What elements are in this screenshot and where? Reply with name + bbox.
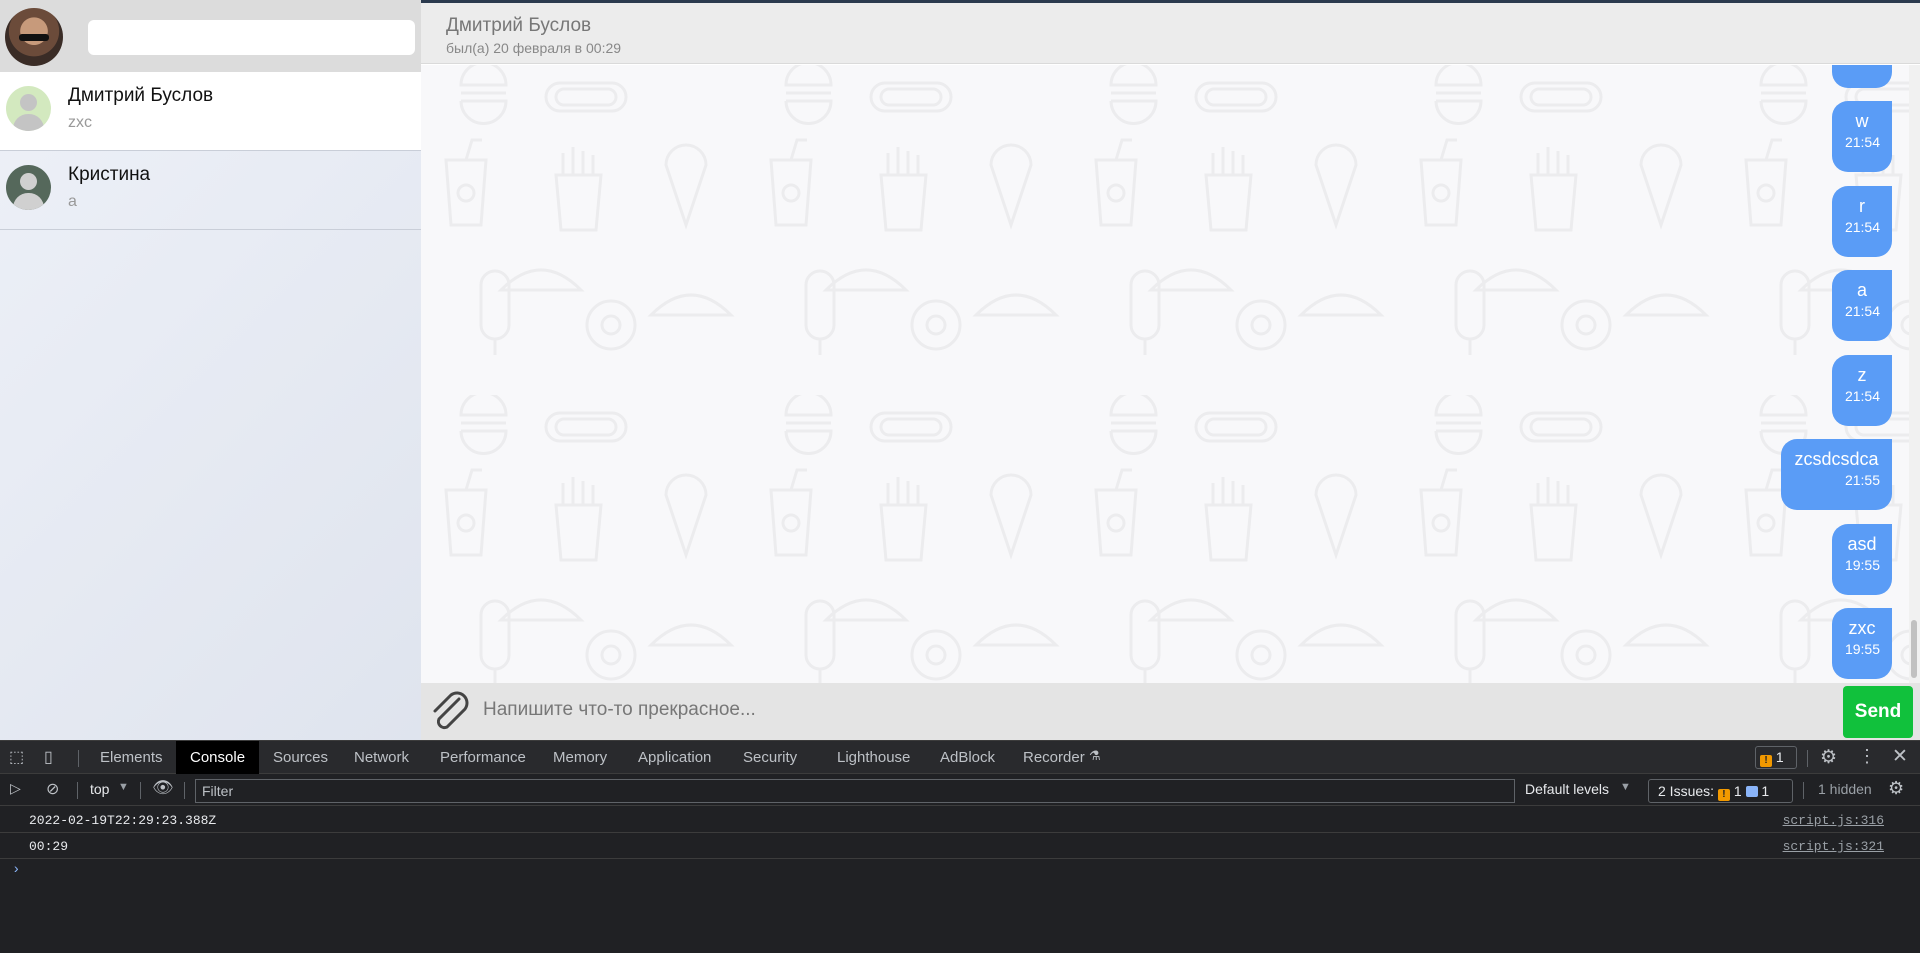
contact-preview: zxc bbox=[68, 114, 92, 131]
tab-memory[interactable]: Memory bbox=[553, 741, 607, 774]
chat-contact-name: Дмитрий Буслов bbox=[446, 15, 592, 36]
chevron-down-icon: ▼ bbox=[1620, 781, 1631, 793]
tab-sources[interactable]: Sources bbox=[273, 741, 328, 774]
tab-adblock[interactable]: AdBlock bbox=[940, 741, 995, 774]
food-pattern-background bbox=[421, 65, 1909, 683]
message-text: r bbox=[1859, 196, 1865, 216]
avatar bbox=[6, 165, 51, 210]
message-bubble[interactable]: a 21:54 bbox=[1832, 270, 1892, 341]
message-bubble[interactable]: zxc 19:55 bbox=[1832, 608, 1892, 679]
search-input[interactable] bbox=[88, 20, 415, 55]
console-log-row: 2022-02-19T22:29:23.388Z script.js:316 bbox=[0, 808, 1920, 833]
message-text: a bbox=[1856, 280, 1867, 300]
flask-icon: ⚗ bbox=[1089, 748, 1101, 763]
message-text: asd bbox=[1847, 534, 1877, 554]
my-avatar[interactable] bbox=[5, 8, 63, 66]
device-toolbar-icon[interactable]: ▯ bbox=[44, 747, 53, 767]
message-time: 19:55 bbox=[1844, 557, 1880, 573]
log-source-link[interactable]: script.js:316 bbox=[1783, 813, 1884, 828]
message-bubble[interactable]: w 21:54 bbox=[1832, 101, 1892, 172]
chat-scrollbar-thumb[interactable] bbox=[1911, 620, 1917, 678]
tab-recorder[interactable]: Recorder bbox=[1023, 741, 1085, 774]
sidebar: Дмитрий Буслов zxc Кристина а bbox=[0, 0, 421, 740]
hidden-count: 1 hidden bbox=[1818, 781, 1872, 797]
contact-name: Кристина bbox=[68, 164, 151, 185]
console-prompt[interactable]: › bbox=[12, 862, 20, 878]
message-time: 21:55 bbox=[1844, 472, 1880, 488]
contact-item[interactable]: Кристина а bbox=[0, 151, 421, 230]
message-time: 21:54 bbox=[1844, 388, 1880, 404]
tab-application[interactable]: Application bbox=[638, 741, 711, 774]
settings-icon[interactable]: ⚙ bbox=[1820, 746, 1837, 769]
devtools-panel: ⬚ ▯ Elements Console Sources Network Per… bbox=[0, 740, 1920, 953]
send-button[interactable]: Send bbox=[1843, 686, 1913, 738]
tab-elements[interactable]: Elements bbox=[100, 741, 163, 774]
attach-icon[interactable] bbox=[429, 691, 473, 733]
tab-security[interactable]: Security bbox=[743, 741, 797, 774]
message-composer bbox=[421, 683, 1920, 740]
info-icon bbox=[1745, 786, 1758, 797]
console-toolbar: ▷ ⊘ top ▼ 👁 Default levels ▼ 2 Issues: !… bbox=[0, 774, 1920, 806]
console-settings-icon[interactable]: ⚙ bbox=[1888, 778, 1904, 799]
message-list[interactable] bbox=[421, 65, 1909, 683]
sidebar-header bbox=[0, 0, 421, 72]
message-text: w bbox=[1855, 111, 1869, 131]
issues-label: 2 Issues: bbox=[1658, 783, 1715, 799]
console-log-row: 00:29 script.js:321 bbox=[0, 834, 1920, 859]
message-time: 21:54 bbox=[1844, 303, 1880, 319]
message-input[interactable] bbox=[483, 692, 1653, 728]
warning-icon: ! bbox=[1717, 789, 1730, 801]
issues-counter[interactable]: 2 Issues: ! 1 1 bbox=[1648, 779, 1793, 803]
message-text: zcsdcsdca bbox=[1794, 449, 1879, 469]
more-options-icon[interactable]: ⋮ bbox=[1858, 746, 1876, 767]
contact-name: Дмитрий Буслов bbox=[68, 85, 214, 106]
message-text: z bbox=[1857, 365, 1867, 385]
messenger-app: Дмитрий Буслов zxc Кристина а Дмитрий Бу… bbox=[0, 0, 1920, 740]
last-seen-status: был(а) 20 февраля в 00:29 bbox=[446, 40, 622, 56]
clear-console-icon[interactable]: ⊘ bbox=[46, 779, 59, 799]
message-time: 19:55 bbox=[1844, 641, 1880, 657]
tab-network[interactable]: Network bbox=[354, 741, 409, 774]
warning-icon: ! bbox=[1760, 755, 1772, 767]
close-icon[interactable]: ✕ bbox=[1892, 745, 1908, 768]
issues-info-count: 1 bbox=[1761, 783, 1770, 799]
message-bubble-partial bbox=[1832, 65, 1892, 88]
console-filter-input[interactable] bbox=[195, 779, 1515, 803]
log-levels-dropdown[interactable]: Default levels bbox=[1525, 781, 1609, 797]
sidebar-toggle-icon[interactable]: ▷ bbox=[10, 780, 21, 797]
chat-scrollbar[interactable] bbox=[1909, 65, 1920, 683]
message-time: 21:54 bbox=[1844, 134, 1880, 150]
message-bubble[interactable]: r 21:54 bbox=[1832, 186, 1892, 257]
context-selector[interactable]: top bbox=[90, 781, 109, 797]
contact-preview: а bbox=[68, 193, 77, 210]
avatar bbox=[6, 86, 51, 131]
warning-count: 1 bbox=[1775, 749, 1784, 765]
message-text: zxc bbox=[1848, 618, 1876, 638]
message-bubble[interactable]: asd 19:55 bbox=[1832, 524, 1892, 595]
message-bubble[interactable]: z 21:54 bbox=[1832, 355, 1892, 426]
tab-console[interactable]: Console bbox=[176, 741, 260, 774]
tab-lighthouse[interactable]: Lighthouse bbox=[837, 741, 910, 774]
devtools-tabbar: ⬚ ▯ Elements Console Sources Network Per… bbox=[0, 740, 1920, 774]
chat-header: Дмитрий Буслов был(а) 20 февраля в 00:29 bbox=[421, 3, 1920, 64]
tab-performance[interactable]: Performance bbox=[440, 741, 526, 774]
inspect-element-icon[interactable]: ⬚ bbox=[9, 747, 24, 767]
chevron-down-icon: ▼ bbox=[118, 781, 129, 793]
warnings-badge[interactable]: ! 1 bbox=[1755, 746, 1797, 769]
message-time: 21:54 bbox=[1844, 219, 1880, 235]
issues-warning-count: 1 bbox=[1733, 783, 1742, 799]
message-bubble[interactable]: zcsdcsdca 21:55 bbox=[1781, 439, 1892, 510]
log-source-link[interactable]: script.js:321 bbox=[1783, 839, 1884, 854]
eye-icon[interactable]: 👁 bbox=[152, 778, 174, 798]
contact-item[interactable]: Дмитрий Буслов zxc bbox=[0, 72, 421, 151]
log-message: 2022-02-19T22:29:23.388Z bbox=[29, 813, 217, 828]
log-message: 00:29 bbox=[29, 839, 69, 854]
